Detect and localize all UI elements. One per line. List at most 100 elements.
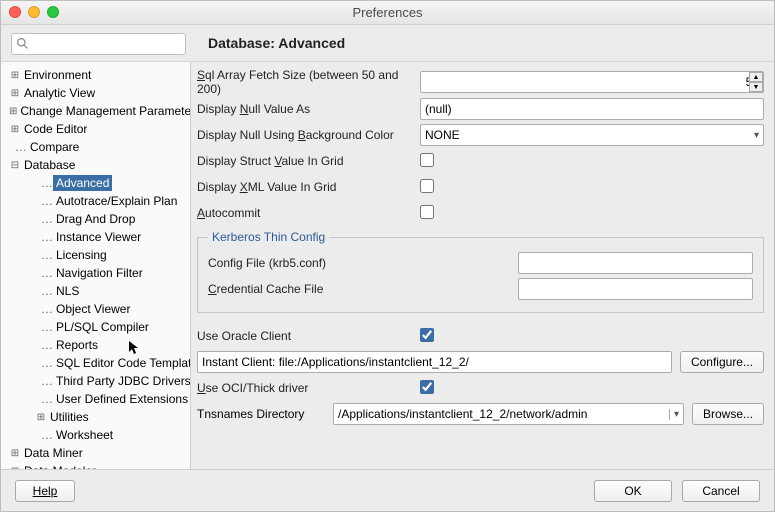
- tree-node[interactable]: …Third Party JDBC Drivers: [5, 372, 190, 390]
- tns-label: Tnsnames Directory: [197, 407, 325, 421]
- help-button[interactable]: Help: [15, 480, 75, 502]
- tree-node-label[interactable]: Licensing: [53, 247, 110, 263]
- config-file-input[interactable]: [518, 252, 753, 274]
- null-value-label: Display Null Value As: [197, 102, 420, 116]
- tree-node-label[interactable]: Analytic View: [21, 85, 98, 101]
- tree-node[interactable]: ⊞Environment: [5, 66, 190, 84]
- dialog-footer: Help OK Cancel: [1, 469, 774, 511]
- search-row: Database: Advanced: [1, 25, 774, 62]
- search-input[interactable]: [11, 33, 186, 55]
- ok-button[interactable]: OK: [594, 480, 672, 502]
- cred-file-input[interactable]: [518, 278, 753, 300]
- tree-node-label[interactable]: Utilities: [47, 409, 92, 425]
- tree-node-label[interactable]: SQL Editor Code Templates: [53, 355, 191, 371]
- tree-node-label[interactable]: Navigation Filter: [53, 265, 146, 281]
- tree-node[interactable]: …Reports: [5, 336, 190, 354]
- oci-label: Use OCI/Thick driver: [197, 381, 420, 395]
- expand-icon[interactable]: ⊞: [35, 412, 47, 423]
- expand-icon[interactable]: ⊞: [9, 106, 17, 117]
- fetch-size-down[interactable]: ▼: [749, 82, 763, 92]
- window-controls: [9, 6, 59, 18]
- preferences-tree[interactable]: ⊞Environment⊞Analytic View⊞Change Manage…: [1, 62, 191, 474]
- tree-node[interactable]: ⊞Change Management Parameters: [5, 102, 190, 120]
- leaf-icon: …: [35, 320, 53, 334]
- autocommit-checkbox[interactable]: [420, 205, 434, 219]
- tree-node[interactable]: …Licensing: [5, 246, 190, 264]
- tree-node-label[interactable]: Change Management Parameters: [17, 103, 191, 119]
- tree-node-label[interactable]: NLS: [53, 283, 82, 299]
- fetch-size-input[interactable]: [420, 71, 764, 93]
- tree-node[interactable]: ⊟Database: [5, 156, 190, 174]
- autocommit-label: Autocommit: [197, 206, 420, 220]
- fetch-size-label: Sql Array Fetch Size (between 50 and 200…: [197, 68, 420, 96]
- tree-node-label[interactable]: Instance Viewer: [53, 229, 144, 245]
- tree-node[interactable]: ⊞Analytic View: [5, 84, 190, 102]
- tree-node-label[interactable]: Autotrace/Explain Plan: [53, 193, 180, 209]
- xml-label: Display XML Value In Grid: [197, 180, 420, 194]
- tree-node[interactable]: …Object Viewer: [5, 300, 190, 318]
- tree-node[interactable]: …Worksheet: [5, 426, 190, 444]
- tree-node-label[interactable]: Object Viewer: [53, 301, 133, 317]
- tree-node-label[interactable]: Environment: [21, 67, 94, 83]
- zoom-icon[interactable]: [47, 6, 59, 18]
- tree-node[interactable]: …User Defined Extensions: [5, 390, 190, 408]
- leaf-icon: …: [9, 140, 27, 154]
- leaf-icon: …: [35, 212, 53, 226]
- expand-icon[interactable]: ⊞: [9, 124, 21, 135]
- tree-node-label[interactable]: Third Party JDBC Drivers: [53, 373, 191, 389]
- tree-node[interactable]: …Navigation Filter: [5, 264, 190, 282]
- leaf-icon: …: [35, 230, 53, 244]
- window-title: Preferences: [352, 5, 422, 20]
- close-icon[interactable]: [9, 6, 21, 18]
- configure-button[interactable]: Configure...: [680, 351, 764, 373]
- leaf-icon: …: [35, 194, 53, 208]
- settings-panel: Sql Array Fetch Size (between 50 and 200…: [191, 62, 774, 474]
- null-value-input[interactable]: [420, 98, 764, 120]
- expand-icon[interactable]: ⊞: [9, 88, 21, 99]
- tree-node-label[interactable]: Drag And Drop: [53, 211, 138, 227]
- tree-node-label[interactable]: PL/SQL Compiler: [53, 319, 152, 335]
- leaf-icon: …: [35, 392, 53, 406]
- expand-icon[interactable]: ⊞: [9, 70, 21, 81]
- tree-node[interactable]: ⊞Utilities: [5, 408, 190, 426]
- page-title: Database: Advanced: [208, 33, 345, 55]
- browse-button[interactable]: Browse...: [692, 403, 764, 425]
- expand-icon[interactable]: ⊞: [9, 448, 21, 459]
- tree-node[interactable]: …Autotrace/Explain Plan: [5, 192, 190, 210]
- tree-node-label[interactable]: User Defined Extensions: [53, 391, 191, 407]
- collapse-icon[interactable]: ⊟: [9, 160, 21, 171]
- cred-file-label: Credential Cache File: [208, 282, 518, 296]
- leaf-icon: …: [35, 284, 53, 298]
- tree-node[interactable]: …NLS: [5, 282, 190, 300]
- cancel-button[interactable]: Cancel: [682, 480, 760, 502]
- tns-path-combo[interactable]: /Applications/instantclient_12_2/network…: [333, 403, 684, 425]
- tree-node-label[interactable]: Advanced: [53, 175, 112, 191]
- xml-checkbox[interactable]: [420, 179, 434, 193]
- tree-node[interactable]: …Instance Viewer: [5, 228, 190, 246]
- tree-node[interactable]: …PL/SQL Compiler: [5, 318, 190, 336]
- tree-node-label[interactable]: Worksheet: [53, 427, 116, 443]
- tree-node[interactable]: ⊞Code Editor: [5, 120, 190, 138]
- tree-node-label[interactable]: Code Editor: [21, 121, 90, 137]
- client-path-input[interactable]: [197, 351, 672, 373]
- tree-node-label[interactable]: Compare: [27, 139, 82, 155]
- leaf-icon: …: [35, 338, 53, 352]
- tree-node[interactable]: …SQL Editor Code Templates: [5, 354, 190, 372]
- tree-node-label[interactable]: Data Miner: [21, 445, 86, 461]
- null-bg-combo[interactable]: NONE: [420, 124, 764, 146]
- leaf-icon: …: [35, 428, 53, 442]
- kerberos-legend: Kerberos Thin Config: [208, 230, 329, 244]
- struct-checkbox[interactable]: [420, 153, 434, 167]
- config-file-label: Config File (krb5.conf): [208, 256, 518, 270]
- oci-checkbox[interactable]: [420, 380, 434, 394]
- fetch-size-up[interactable]: ▲: [749, 72, 763, 82]
- tree-node[interactable]: ⊞Data Miner: [5, 444, 190, 462]
- use-client-checkbox[interactable]: [420, 328, 434, 342]
- tree-node[interactable]: …Drag And Drop: [5, 210, 190, 228]
- null-bg-label: Display Null Using Background Color: [197, 128, 420, 142]
- minimize-icon[interactable]: [28, 6, 40, 18]
- tree-node[interactable]: …Advanced: [5, 174, 190, 192]
- tree-node-label[interactable]: Reports: [53, 337, 101, 353]
- tree-node[interactable]: …Compare: [5, 138, 190, 156]
- tree-node-label[interactable]: Database: [21, 157, 78, 173]
